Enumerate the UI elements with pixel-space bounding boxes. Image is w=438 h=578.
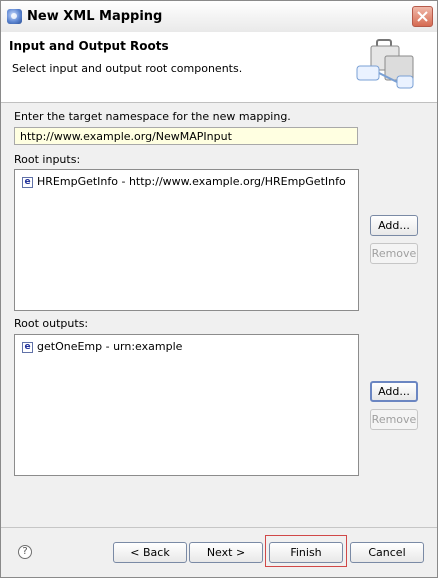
root-outputs-list[interactable]: e getOneEmp - urn:example <box>14 334 359 476</box>
root-inputs-label: Root inputs: <box>14 153 81 166</box>
list-item-text: HREmpGetInfo - http://www.example.org/HR… <box>37 175 346 188</box>
wizard-content: Enter the target namespace for the new m… <box>1 103 437 523</box>
root-inputs-list[interactable]: e HREmpGetInfo - http://www.example.org/H… <box>14 169 359 311</box>
cancel-button[interactable]: Cancel <box>350 542 424 563</box>
page-description: Select input and output root components. <box>12 62 243 75</box>
add-output-button[interactable]: Add... <box>370 381 418 402</box>
list-item[interactable]: e getOneEmp - urn:example <box>22 340 182 355</box>
list-item[interactable]: e HREmpGetInfo - http://www.example.org/H… <box>22 175 346 190</box>
namespace-input[interactable] <box>14 127 358 145</box>
help-icon[interactable]: ? <box>18 545 32 559</box>
wizard-header: Input and Output Roots Select input and … <box>1 32 437 103</box>
close-button[interactable] <box>412 6 433 27</box>
next-button[interactable]: Next > <box>189 542 263 563</box>
element-icon: e <box>22 341 33 353</box>
list-item-text: getOneEmp - urn:example <box>37 340 183 353</box>
app-icon <box>7 9 22 24</box>
remove-input-button[interactable]: Remove <box>370 243 418 264</box>
window-title: New XML Mapping <box>27 9 163 24</box>
close-icon <box>417 11 428 22</box>
element-icon: e <box>22 176 33 188</box>
page-title: Input and Output Roots <box>9 39 169 53</box>
wizard-banner-icon <box>356 39 414 89</box>
back-button[interactable]: < Back <box>113 542 187 563</box>
namespace-label: Enter the target namespace for the new m… <box>14 110 291 123</box>
title-bar[interactable]: New XML Mapping <box>1 1 437 33</box>
root-outputs-label: Root outputs: <box>14 317 89 330</box>
footer-separator <box>1 527 437 528</box>
finish-button[interactable]: Finish <box>269 542 343 563</box>
remove-output-button[interactable]: Remove <box>370 409 418 430</box>
add-input-button[interactable]: Add... <box>370 215 418 236</box>
new-xml-mapping-dialog: New XML Mapping Input and Output Roots S… <box>0 0 438 578</box>
